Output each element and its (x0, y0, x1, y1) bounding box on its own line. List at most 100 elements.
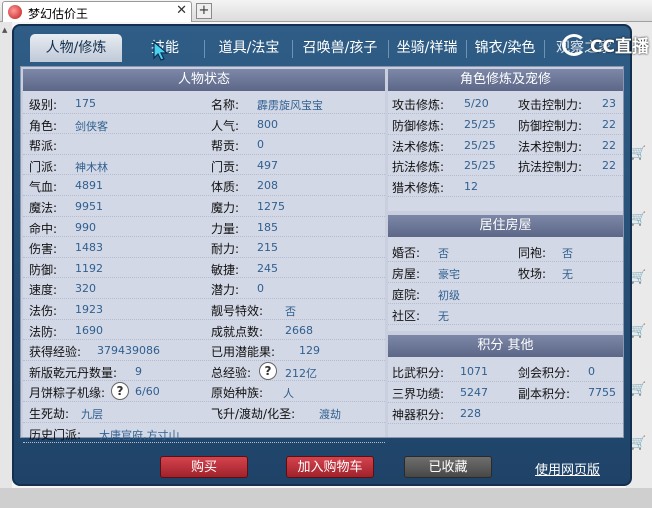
field-label: 门贡: (211, 159, 240, 174)
field-value: 5247 (460, 386, 488, 399)
collected-button[interactable]: 已收藏 (404, 456, 492, 478)
tab-divider (544, 40, 545, 58)
info-row: 门派: 神木林 门贡: 497 (23, 155, 385, 176)
field-value: 800 (257, 117, 278, 131)
field-label: 社区: (392, 309, 421, 323)
field-label: 房屋: (392, 267, 421, 281)
field-value: 185 (257, 220, 278, 234)
field-value: 1690 (75, 323, 103, 337)
browser-tab[interactable]: 梦幻估价王 ✕ (2, 1, 192, 22)
field-label: 魔法: (29, 201, 58, 215)
info-row: 命中: 990 力量: 185 (23, 217, 385, 238)
field-label: 气血: (29, 180, 58, 195)
stream-logo-icon (562, 34, 586, 56)
field-value: 379439086 (97, 344, 160, 358)
field-value: 320 (75, 282, 96, 296)
field-label: 攻击控制力: (518, 98, 583, 112)
info-row: 新版乾元丹数量: 9 总经验:? 212亿 (23, 361, 385, 382)
section-title: 积分 其他 (388, 335, 623, 357)
mouse-cursor-icon (153, 40, 169, 61)
field-label: 抗法修炼: (392, 160, 445, 175)
field-value: 无 (562, 268, 573, 281)
section-title: 人物状态 (23, 69, 385, 91)
section-title: 角色修炼及宠修 (388, 69, 623, 91)
field-value: 1275 (257, 200, 285, 213)
field-value: 9 (135, 364, 142, 378)
new-tab-button[interactable]: + (196, 3, 212, 19)
tab-outfits[interactable]: 锦衣/染色 (468, 36, 542, 60)
info-row: 法防: 1690 成就点数: 2668 (23, 320, 385, 341)
info-row: 防御: 1192 敏捷: 245 (23, 258, 385, 279)
info-row: 房屋: 豪宅 牧场: 无 (388, 262, 623, 283)
field-value: 初级 (438, 289, 460, 302)
field-value: 6/60 (135, 385, 160, 399)
info-row: 级别: 175 名称: 霹雳旋风宝宝 (23, 93, 385, 114)
cart-icon: 🛒 (630, 436, 647, 451)
info-row: 比武积分: 1071 剑会积分: 0 (388, 361, 623, 382)
field-label: 人气: (211, 118, 240, 133)
house-section: 居住房屋 婚否: 否同袍: 否房屋: 豪宅 牧场: 无庭院: 初级 社区: 无 (388, 215, 623, 331)
field-label: 生死劫: (29, 407, 70, 421)
tab-items[interactable]: 道具/法宝 (208, 36, 290, 60)
field-value: 1923 (75, 303, 103, 316)
field-value: 人 (283, 387, 294, 401)
field-label: 力量: (211, 221, 240, 236)
character-detail-panel: 人物/修炼 技能 道具/法宝 召唤兽/孩子 坐骑/祥瑞 锦衣/染色 观察之家 C… (12, 24, 649, 486)
info-row: 社区: 无 (388, 304, 623, 325)
field-value: 2668 (285, 323, 313, 337)
field-value: 7755 (588, 386, 616, 399)
field-label: 比武积分: (392, 366, 445, 380)
field-label: 帮派: (29, 139, 58, 154)
info-row: 攻击修炼: 5/20 攻击控制力: 23 (388, 93, 623, 114)
info-row: 婚否: 否 同袍: 否 (388, 241, 623, 262)
tab-character[interactable]: 人物/修炼 (30, 34, 122, 62)
cart-icon: 🛒 (630, 324, 647, 339)
field-value: 1483 (75, 241, 103, 255)
field-label: 防御控制力: (518, 118, 583, 133)
web-version-link[interactable]: 使用网页版 (535, 459, 600, 478)
field-value: 1192 (75, 261, 103, 275)
scroll-up-icon[interactable]: ▲ (2, 26, 8, 34)
field-label: 月饼粽子机缘: (29, 386, 106, 401)
tab-mounts[interactable]: 坐骑/祥瑞 (390, 36, 464, 60)
field-value: 215 (257, 241, 278, 255)
buy-button[interactable]: 购买 (160, 456, 248, 478)
info-row: 伤害: 1483 耐力: 215 (23, 237, 385, 258)
field-label: 获得经验: (29, 345, 82, 360)
field-value: 剑侠客 (75, 119, 108, 133)
help-icon[interactable]: ? (111, 382, 129, 401)
field-value: 否 (285, 305, 296, 318)
field-label: 法术控制力: (518, 139, 583, 154)
field-value: 神木林 (75, 160, 108, 174)
field-value: 25/25 (464, 159, 496, 173)
field-label: 攻击修炼: (392, 98, 445, 112)
field-label: 新版乾元丹数量: (29, 365, 118, 380)
field-label: 抗法控制力: (518, 160, 583, 175)
info-row: 月饼粽子机缘:? 6/60 原始种族: 人 (23, 381, 385, 402)
field-value: 25/25 (464, 117, 496, 131)
info-row: 法伤: 1923 靓号特效: 否 (23, 299, 385, 320)
field-label: 法伤: (29, 304, 58, 318)
add-to-cart-button[interactable]: 加入购物车 (286, 456, 374, 478)
field-value: 无 (438, 310, 449, 323)
field-label: 飞升/渡劫/化圣: (211, 407, 296, 421)
field-label: 总经验: (211, 365, 252, 380)
info-row: 历史门派: 大唐官府,方寸山 (23, 423, 385, 444)
info-row: 抗法修炼: 25/25 抗法控制力: 22 (388, 155, 623, 177)
close-icon[interactable]: ✕ (176, 3, 187, 18)
field-value: 22 (602, 138, 616, 152)
field-label: 成就点数: (211, 324, 264, 339)
field-label: 猎术修炼: (392, 181, 445, 196)
info-row: 防御修炼: 25/25 防御控制力: 22 (388, 114, 623, 135)
tab-pets[interactable]: 召唤兽/孩子 (294, 36, 386, 60)
info-row: 获得经验: 379439086 已用潜能果: 129 (23, 340, 385, 361)
browser-tab-bar: 梦幻估价王 ✕ + (0, 0, 652, 22)
field-label: 三界功绩: (392, 387, 445, 401)
field-value: 4891 (75, 179, 103, 193)
help-icon[interactable]: ? (259, 361, 277, 380)
field-label: 法术修炼: (392, 139, 445, 154)
info-row: 猎术修炼: 12 (388, 176, 623, 197)
field-value: 9951 (75, 200, 103, 213)
detail-content: 人物状态 级别: 175 名称: 霹雳旋风宝宝 角色: 剑侠客 人气: 800 帮派: 帮贡: 0 门… (20, 66, 624, 444)
field-label: 法防: (29, 324, 58, 339)
